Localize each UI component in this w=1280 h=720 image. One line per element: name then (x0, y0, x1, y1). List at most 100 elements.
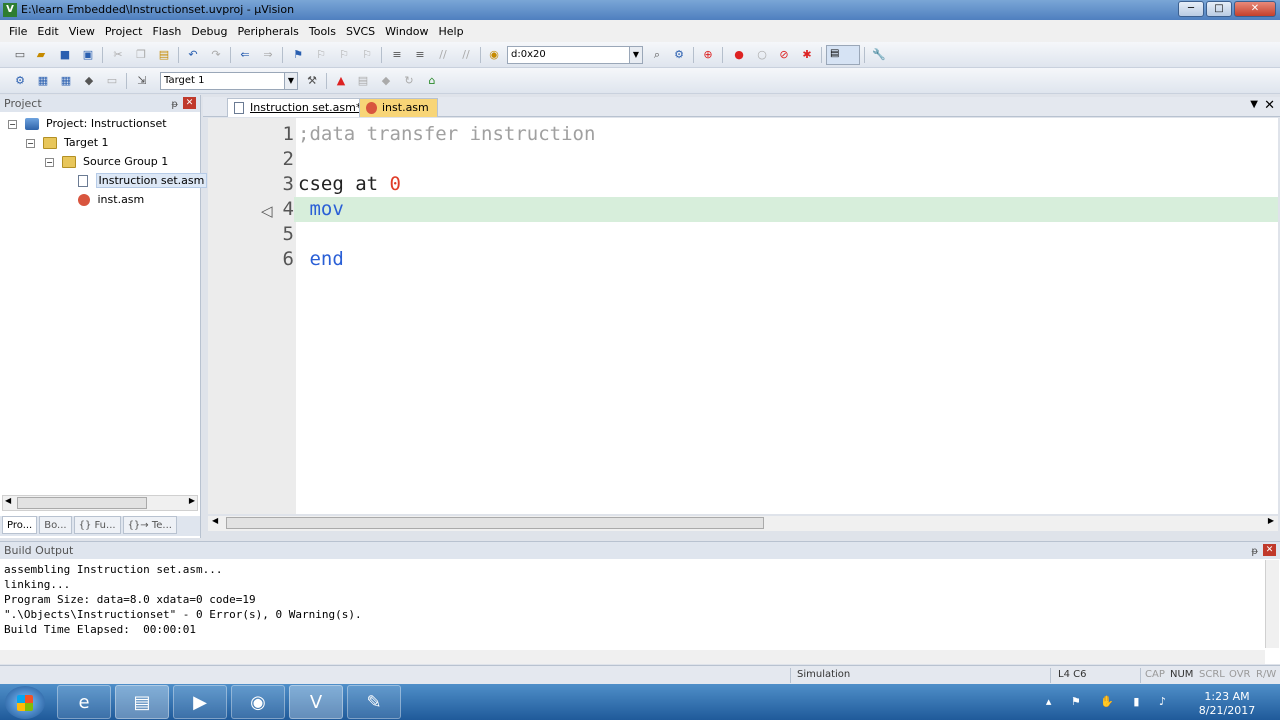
navigate-back-icon[interactable]: ⇐ (237, 47, 253, 63)
tab-project[interactable]: Pro... (2, 516, 38, 534)
open-folder-icon[interactable]: ▰ (33, 47, 49, 63)
project-horizontal-scrollbar[interactable]: ◀ ▶ (2, 495, 198, 511)
chevron-down-icon[interactable]: ▼ (284, 73, 297, 89)
pin-icon[interactable]: ᵽ (1251, 543, 1258, 560)
scroll-left-icon[interactable]: ◀ (5, 496, 11, 505)
tab-instruction-set-asm[interactable]: Instruction set.asm* (227, 98, 371, 117)
cut-icon[interactable]: ✂ (110, 47, 126, 63)
project-items-icon[interactable]: ⌂ (424, 73, 440, 89)
uncomment-icon[interactable]: // (458, 47, 474, 63)
internet-explorer-icon[interactable]: e (57, 685, 111, 719)
find-icon[interactable]: ⌕ (649, 47, 665, 63)
pack-installer-icon[interactable]: ◆ (378, 73, 394, 89)
build-icon[interactable]: ▦ (35, 73, 51, 89)
code-line[interactable]: 3 cseg at 0 (208, 172, 1278, 197)
scrollbar-thumb[interactable] (17, 497, 147, 509)
kill-all-breakpoints-icon[interactable]: ✱ (799, 47, 815, 63)
build-vertical-scrollbar[interactable] (1265, 560, 1279, 648)
menu-flash[interactable]: Flash (147, 25, 186, 38)
scrollbar-thumb[interactable] (226, 517, 764, 529)
redo-icon[interactable]: ↷ (208, 47, 224, 63)
keil-uvision-icon[interactable]: V (289, 685, 343, 719)
editor-horizontal-scrollbar[interactable]: ◀ ▶ (208, 516, 1278, 531)
scroll-right-icon[interactable]: ▶ (1268, 516, 1274, 525)
undo-icon[interactable]: ↶ (185, 47, 201, 63)
close-tab-icon[interactable]: ✕ (1264, 98, 1275, 113)
translate-icon[interactable]: ⚙ (12, 73, 28, 89)
save-icon[interactable]: ■ (57, 47, 73, 63)
rebuild-icon[interactable]: ▦ (58, 73, 74, 89)
stop-build-icon[interactable]: ▭ (104, 73, 120, 89)
obs-studio-icon[interactable]: ◉ (231, 685, 285, 719)
address-combo[interactable]: d:0x20 ▼ (507, 46, 643, 64)
clear-bookmarks-icon[interactable]: ⚐ (359, 47, 375, 63)
tab-list-dropdown-icon[interactable]: ▼ (1250, 99, 1258, 110)
close-panel-button[interactable]: ✕ (1263, 544, 1276, 556)
menu-tools[interactable]: Tools (304, 25, 341, 38)
batch-build-icon[interactable]: ◆ (81, 73, 97, 89)
pin-icon[interactable]: ᵽ (171, 96, 178, 113)
tab-books[interactable]: Bo... (39, 516, 72, 534)
navigate-forward-icon[interactable]: ⇒ (260, 47, 276, 63)
code-line[interactable]: 2 (208, 147, 1278, 172)
bookmark-icon[interactable]: ⚑ (290, 47, 306, 63)
flash-tool-icon[interactable]: ✎ (347, 685, 401, 719)
copy-icon[interactable]: ❐ (133, 47, 149, 63)
comment-icon[interactable]: // (435, 47, 451, 63)
menu-project[interactable]: Project (100, 25, 148, 38)
menu-view[interactable]: View (64, 25, 100, 38)
tree-node-target[interactable]: − Target 1 (26, 134, 109, 152)
new-file-icon[interactable]: ▭ (12, 47, 28, 63)
manage-components-icon[interactable]: ▲ (333, 73, 349, 89)
start-button[interactable] (5, 686, 45, 719)
code-line[interactable]: 1 ;data transfer instruction (208, 122, 1278, 147)
target-combo[interactable]: Target 1 ▼ (160, 72, 298, 90)
menu-debug[interactable]: Debug (186, 25, 232, 38)
tree-node-source-group[interactable]: − Source Group 1 (45, 153, 168, 171)
code-line[interactable]: 4 mov (208, 197, 1278, 222)
incremental-find-icon[interactable]: ⚙ (671, 47, 687, 63)
download-icon[interactable]: ⇲ (134, 73, 150, 89)
tree-node-instruction-set-asm[interactable]: Instruction set.asm (78, 172, 208, 190)
target-options-icon[interactable]: ⚒ (304, 73, 320, 89)
tree-node-inst-asm[interactable]: inst.asm (78, 191, 144, 209)
window-layout-button[interactable]: ▤ (826, 45, 860, 65)
menu-help[interactable]: Help (434, 25, 469, 38)
media-player-icon[interactable]: ▶ (173, 685, 227, 719)
find-in-files-icon[interactable]: ◉ (486, 47, 502, 63)
tray-icons[interactable]: ▴ ⚑ ✋ ▮ ♪ (1046, 695, 1174, 708)
menu-peripherals[interactable]: Peripherals (233, 25, 304, 38)
tab-inst-asm[interactable]: inst.asm (359, 98, 438, 117)
prev-bookmark-icon[interactable]: ⚐ (313, 47, 329, 63)
maximize-button[interactable]: □ (1206, 1, 1232, 17)
scroll-left-icon[interactable]: ◀ (212, 516, 218, 525)
tab-functions[interactable]: {} Fu... (73, 516, 121, 534)
file-explorer-icon[interactable]: ▤ (115, 685, 169, 719)
manage-runtime-icon[interactable]: ↻ (401, 73, 417, 89)
close-button[interactable]: ✕ (1234, 1, 1276, 17)
menu-window[interactable]: Window (380, 25, 433, 38)
indent-icon[interactable]: ≡ (389, 47, 405, 63)
paste-icon[interactable]: ▤ (156, 47, 172, 63)
scroll-right-icon[interactable]: ▶ (189, 496, 195, 505)
tree-node-project[interactable]: − Project: Instructionset (8, 115, 167, 133)
menu-svcs[interactable]: SVCS (341, 25, 380, 38)
menu-edit[interactable]: Edit (32, 25, 63, 38)
collapse-icon[interactable]: − (8, 119, 17, 129)
unindent-icon[interactable]: ≡ (412, 47, 428, 63)
build-horizontal-scrollbar[interactable] (0, 650, 1265, 664)
configure-tools-icon[interactable]: 🔧 (871, 47, 887, 63)
disable-breakpoint-icon[interactable]: ○ (754, 47, 770, 63)
minimize-button[interactable]: ─ (1178, 1, 1204, 17)
next-bookmark-icon[interactable]: ⚐ (336, 47, 352, 63)
breakpoint-icon[interactable]: ● (731, 47, 747, 63)
collapse-icon[interactable]: − (45, 157, 54, 167)
code-line[interactable]: 6 end (208, 247, 1278, 272)
code-line[interactable]: 5 (208, 222, 1278, 247)
close-panel-button[interactable]: ✕ (183, 97, 196, 109)
start-debug-icon[interactable]: ⊕ (700, 47, 716, 63)
disable-all-breakpoints-icon[interactable]: ⊘ (776, 47, 792, 63)
collapse-icon[interactable]: − (26, 138, 35, 148)
code-editor[interactable]: 1 ;data transfer instruction 2 3 cseg at 04 … (208, 118, 1278, 514)
tab-templates[interactable]: {}→ Te... (122, 516, 177, 534)
